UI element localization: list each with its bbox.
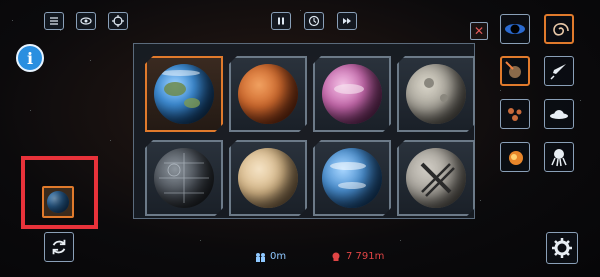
- pencil-ruler-icon: [406, 148, 466, 208]
- planet-slot-moon[interactable]: [397, 56, 475, 132]
- earth-mini-icon: [47, 191, 69, 213]
- planet-slot-mars[interactable]: [229, 56, 307, 132]
- destruction-stat: 7 791m: [330, 251, 384, 262]
- black-hole-icon: [505, 24, 525, 34]
- close-button[interactable]: ✕: [470, 22, 488, 40]
- rocket-icon: [550, 64, 566, 80]
- planet-slot-venus[interactable]: [229, 140, 307, 216]
- earth-clouds-planet: [322, 148, 382, 208]
- close-icon: ✕: [473, 24, 485, 38]
- view-toggle-button[interactable]: [76, 12, 96, 30]
- menu-icon: [50, 17, 58, 25]
- crosshair-icon: [112, 15, 124, 27]
- settings-button[interactable]: [546, 232, 578, 264]
- moon-planet: [406, 64, 466, 124]
- octopus-alien-icon: [551, 149, 567, 167]
- asteroid-impact-icon: [505, 61, 521, 78]
- pause-button[interactable]: [271, 12, 291, 30]
- people-icon: [256, 252, 265, 262]
- planet-slot-death-star[interactable]: [145, 140, 223, 216]
- category-asteroid-impact[interactable]: [500, 56, 530, 86]
- planet-slot-pink[interactable]: [313, 56, 391, 132]
- category-fireball-impact[interactable]: [500, 142, 530, 172]
- fast-forward-button[interactable]: [337, 12, 357, 30]
- venus-planet: [238, 148, 298, 208]
- menu-button[interactable]: [44, 12, 64, 30]
- category-rocket[interactable]: [544, 56, 574, 86]
- time-button[interactable]: [304, 12, 324, 30]
- population-value: 0m: [270, 251, 287, 262]
- destruction-value: 7 791m: [346, 251, 385, 262]
- population-stat: 0m: [254, 251, 286, 262]
- galaxy-icon: [553, 23, 569, 36]
- pause-icon: [278, 17, 284, 25]
- death-star-sphere: [154, 148, 214, 208]
- fireball-impact-icon: [509, 151, 523, 165]
- eye-icon: [80, 17, 92, 25]
- info-button[interactable]: i: [16, 44, 44, 72]
- current-planet-button[interactable]: [42, 186, 74, 218]
- planet-slot-earth-clouds[interactable]: [313, 140, 391, 216]
- grid-lines-icon: [154, 148, 214, 208]
- category-cluster-bombs[interactable]: [500, 99, 530, 129]
- category-galaxy[interactable]: [544, 14, 574, 44]
- planet-slot-custom[interactable]: [397, 140, 475, 216]
- clock-icon: [308, 15, 320, 27]
- category-octopus-alien[interactable]: [544, 142, 574, 172]
- target-button[interactable]: [108, 12, 128, 30]
- skull-icon: [332, 252, 340, 261]
- fast-forward-icon: [343, 18, 351, 24]
- gear-icon: [552, 238, 572, 258]
- mars-planet: [238, 64, 298, 124]
- cluster-bombs-icon: [508, 108, 522, 121]
- planet-slot-earth[interactable]: [145, 56, 223, 132]
- ufo-icon: [550, 110, 568, 119]
- reset-button[interactable]: [44, 232, 74, 262]
- custom-planet-editor: [406, 148, 466, 208]
- earth-planet: [154, 64, 214, 124]
- planet-selection-panel: [133, 43, 475, 219]
- category-black-hole[interactable]: [500, 14, 530, 44]
- category-ufo[interactable]: [544, 99, 574, 129]
- refresh-icon: [52, 239, 66, 255]
- pink-planet: [322, 64, 382, 124]
